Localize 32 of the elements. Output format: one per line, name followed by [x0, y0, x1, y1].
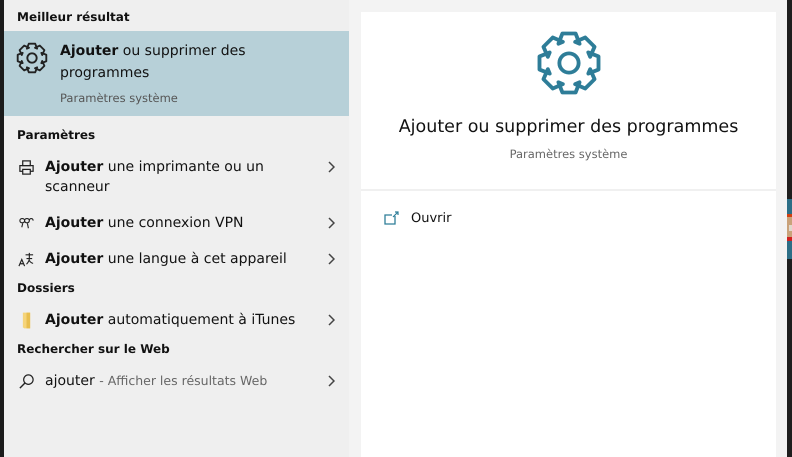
chevron-icon: [327, 314, 335, 326]
result-subtitle: Paramètres système: [60, 90, 179, 107]
result-item[interactable]: Ajouter une connexion VPN: [4, 205, 349, 242]
detail-title: Ajouter ou supprimer des programmes: [398, 116, 738, 139]
gear-icon: [536, 30, 602, 96]
open-icon: [383, 210, 399, 226]
chevron-icon: [327, 217, 335, 230]
result-item[interactable]: Ajouter une langue à cet appareil: [4, 241, 349, 278]
chevron-icon: [327, 161, 335, 174]
result-title: ajouter: [45, 373, 95, 390]
section-heading: Dossiers: [16, 280, 76, 298]
action-item[interactable]: Ouvrir: [361, 190, 776, 246]
result-hint: - Afficher les résultats Web: [99, 373, 268, 388]
result-title: Ajouter une langue à cet appareil: [45, 251, 287, 268]
detail-subtitle: Paramètres système: [510, 146, 628, 164]
section-heading: Meilleur résultat: [16, 9, 131, 26]
section-heading: Rechercher sur le Web: [16, 341, 171, 358]
result-item[interactable]: Ajouter une imprimante ou un scanneur: [4, 149, 349, 206]
chevron-icon: [327, 375, 335, 388]
result-title: Ajouter une connexion VPN: [45, 215, 244, 232]
result-item[interactable]: Ajouter automatiquement à iTunes: [4, 302, 349, 338]
result-title: Ajouter automatiquement à iTunes: [45, 312, 296, 328]
printer-icon: [18, 159, 35, 176]
search-icon: [18, 373, 35, 390]
language-icon: [18, 251, 35, 268]
result-title: Ajouter ou supprimer des programmes: [60, 42, 246, 83]
result-item[interactable]: ajouter - Afficher les résultats Web: [4, 363, 349, 400]
gear-icon: [16, 42, 48, 74]
section-heading: Paramètres: [16, 127, 96, 144]
result-title: Ajouter une imprimante ou un scanneur: [45, 159, 264, 196]
chevron-icon: [327, 253, 335, 266]
result-item[interactable]: Ajouter ou supprimer des programmes Paramètres système: [4, 31, 349, 116]
